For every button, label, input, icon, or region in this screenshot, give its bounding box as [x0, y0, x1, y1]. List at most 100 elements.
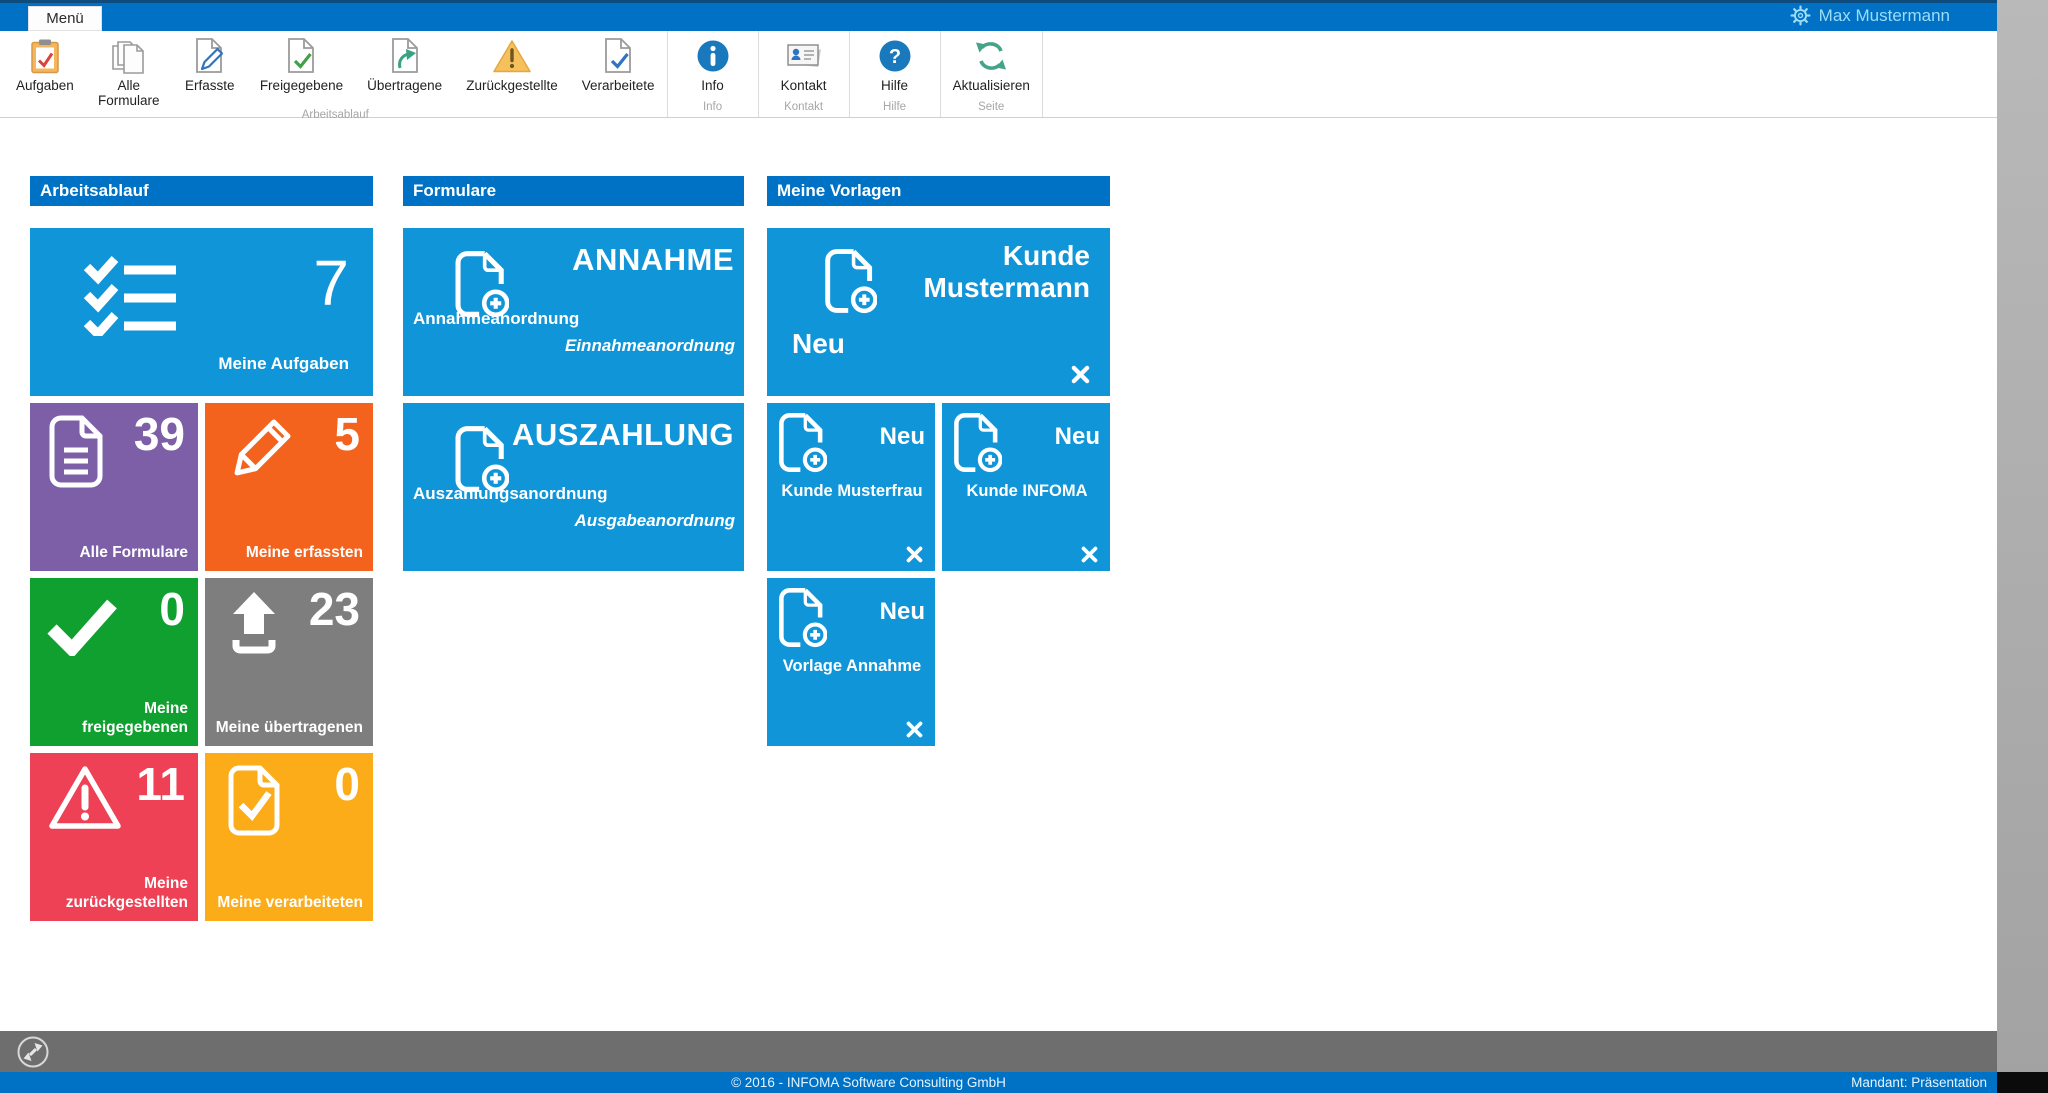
tile-meine-zurueckgestellten[interactable]: 11 Meine zurückgestellten	[30, 753, 198, 921]
info-icon	[696, 36, 730, 76]
ribbon-button-zurueckgestellte[interactable]: Zurückgestellte	[454, 31, 570, 93]
tile-kunde-mustermann[interactable]: Kunde Mustermann Neu	[767, 228, 1110, 396]
titlebar: Menü	[0, 0, 1997, 31]
swap-arrows-icon[interactable]	[16, 1035, 50, 1069]
ribbon-button-hilfe[interactable]: ? Hilfe	[850, 31, 940, 93]
document-plus-icon	[453, 425, 509, 493]
ribbon-group-label-arbeitsablauf: Arbeitsablauf	[4, 108, 667, 125]
tile-label: Meine freigegebenen	[38, 700, 188, 737]
template-action-neu[interactable]: Neu	[792, 328, 845, 360]
template-title: Vorlage Annahme	[773, 657, 931, 676]
ribbon-group-arbeitsablauf: Aufgaben	[4, 31, 668, 117]
section-header-formulare: Formulare	[403, 176, 744, 206]
ribbon-button-verarbeitete[interactable]: Verarbeitete	[570, 31, 667, 93]
tile-count: 5	[334, 407, 360, 461]
tile-label: Meine zurückgestellten	[38, 875, 188, 912]
ribbon-button-label: Zurückgestellte	[466, 78, 558, 93]
tile-meine-freigegebenen[interactable]: 0 Meine freigegebenen	[30, 578, 198, 746]
document-lines-icon	[48, 415, 104, 488]
section-formulare: Formulare ANNAHME Annahmeanordnung	[403, 176, 744, 571]
desktop-taskbar-corner	[1997, 1072, 2048, 1093]
document-plus-icon	[777, 412, 827, 473]
clipboard-check-icon	[29, 36, 61, 76]
close-icon[interactable]	[1071, 365, 1090, 384]
menu-tab[interactable]: Menü	[28, 6, 102, 31]
app-window: Menü	[0, 0, 1997, 1093]
template-action-neu[interactable]: Neu	[1055, 423, 1100, 451]
tile-meine-aufgaben[interactable]: 7 Meine Aufgaben	[30, 228, 373, 396]
section-arbeitsablauf: Arbeitsablauf 7 Meine Aufgaben	[30, 176, 373, 921]
close-icon[interactable]	[906, 546, 923, 563]
form-subtitle: Auszahlungsanordnung	[413, 484, 608, 504]
form-detail: Einnahmeanordnung	[565, 336, 735, 356]
tile-alle-formulare[interactable]: 39 Alle Formulare	[30, 403, 198, 571]
ribbon-button-label: Aktualisieren	[953, 78, 1030, 93]
ribbon-group-info: Info Info	[668, 31, 759, 117]
ribbon-button-label: Alle Formulare	[98, 78, 160, 108]
tile-annahme[interactable]: ANNAHME Annahmeanordnung Einnahmeanordnu…	[403, 228, 744, 396]
ribbon-button-alle-formulare[interactable]: Alle Formulare	[86, 31, 172, 108]
ribbon-group-kontakt: Kontakt Kontakt	[759, 31, 850, 117]
document-pencil-icon	[192, 36, 228, 76]
tile-meine-erfassten[interactable]: 5 Meine erfassten	[205, 403, 373, 571]
ribbon-button-uebertragene[interactable]: Übertragene	[355, 31, 454, 93]
ribbon-group-seite: Aktualisieren Seite	[941, 31, 1043, 117]
ribbon-button-aufgaben[interactable]: Aufgaben	[4, 31, 86, 93]
section-header-meine-vorlagen: Meine Vorlagen	[767, 176, 1110, 206]
ribbon-button-freigegebene[interactable]: Freigegebene	[248, 31, 355, 93]
document-plus-icon	[453, 250, 509, 318]
document-green-check-icon	[283, 36, 319, 76]
user-menu[interactable]: Max Mustermann	[1790, 5, 1950, 26]
document-blue-check-icon	[600, 36, 636, 76]
ribbon-button-label: Verarbeitete	[582, 78, 655, 93]
tile-kunde-musterfrau[interactable]: Neu Kunde Musterfrau	[767, 403, 935, 571]
form-subtitle: Annahmeanordnung	[413, 309, 579, 329]
help-icon: ?	[878, 36, 912, 76]
footer-bar	[0, 1031, 1997, 1072]
tile-count: 23	[309, 582, 360, 636]
tile-count: 0	[334, 757, 360, 811]
tile-auszahlung[interactable]: AUSZAHLUNG Auszahlungsanordnung Ausgabea…	[403, 403, 744, 571]
tile-count: 0	[159, 582, 185, 636]
tile-meine-uebertragenen[interactable]: 23 Meine übertragenen	[205, 578, 373, 746]
document-plus-icon	[823, 248, 877, 314]
section-meine-vorlagen: Meine Vorlagen Kunde Mustermann Neu	[767, 176, 1110, 746]
ribbon-button-erfasste[interactable]: Erfasste	[172, 31, 248, 93]
documents-stack-icon	[110, 36, 147, 76]
form-detail: Ausgabeanordnung	[574, 511, 735, 531]
user-name[interactable]: Max Mustermann	[1819, 6, 1950, 26]
status-copyright: © 2016 - INFOMA Software Consulting GmbH	[0, 1075, 1737, 1090]
status-bar: © 2016 - INFOMA Software Consulting GmbH…	[0, 1072, 1997, 1093]
tile-label: Meine verarbeiteten	[217, 894, 363, 912]
screen: Menü	[0, 0, 2048, 1093]
ribbon-button-label: Übertragene	[367, 78, 442, 93]
document-arrow-up-icon	[387, 36, 423, 76]
warning-triangle-icon	[48, 765, 122, 831]
ribbon-button-label: Erfasste	[185, 78, 235, 93]
close-icon[interactable]	[1081, 546, 1098, 563]
form-title: AUSZAHLUNG	[512, 417, 734, 453]
template-title: Kunde Musterfrau	[773, 482, 931, 501]
ribbon-button-label: Kontakt	[781, 78, 827, 93]
template-action-neu[interactable]: Neu	[880, 598, 925, 626]
template-title: Kunde Mustermann	[880, 240, 1090, 304]
tile-count: 11	[136, 757, 185, 811]
pencil-icon	[223, 415, 295, 487]
tile-label: Alle Formulare	[79, 544, 188, 562]
gear-icon[interactable]	[1790, 5, 1811, 26]
ribbon-button-label: Freigegebene	[260, 78, 343, 93]
section-header-arbeitsablauf: Arbeitsablauf	[30, 176, 373, 206]
refresh-icon	[973, 36, 1009, 76]
ribbon-group-label-kontakt: Kontakt	[759, 100, 849, 117]
ribbon-group-label-info: Info	[668, 100, 758, 117]
ribbon-button-info[interactable]: Info	[668, 31, 758, 93]
tile-meine-verarbeiteten[interactable]: 0 Meine verarbeiteten	[205, 753, 373, 921]
ribbon-button-kontakt[interactable]: Kontakt	[759, 31, 849, 93]
tile-vorlage-annahme[interactable]: Neu Vorlage Annahme	[767, 578, 935, 746]
template-action-neu[interactable]: Neu	[880, 423, 925, 451]
tile-kunde-infoma[interactable]: Neu Kunde INFOMA	[942, 403, 1110, 571]
close-icon[interactable]	[906, 721, 923, 738]
tile-label: Meine erfassten	[246, 544, 363, 562]
ribbon-button-aktualisieren[interactable]: Aktualisieren	[941, 31, 1042, 93]
document-plus-icon	[952, 412, 1002, 473]
